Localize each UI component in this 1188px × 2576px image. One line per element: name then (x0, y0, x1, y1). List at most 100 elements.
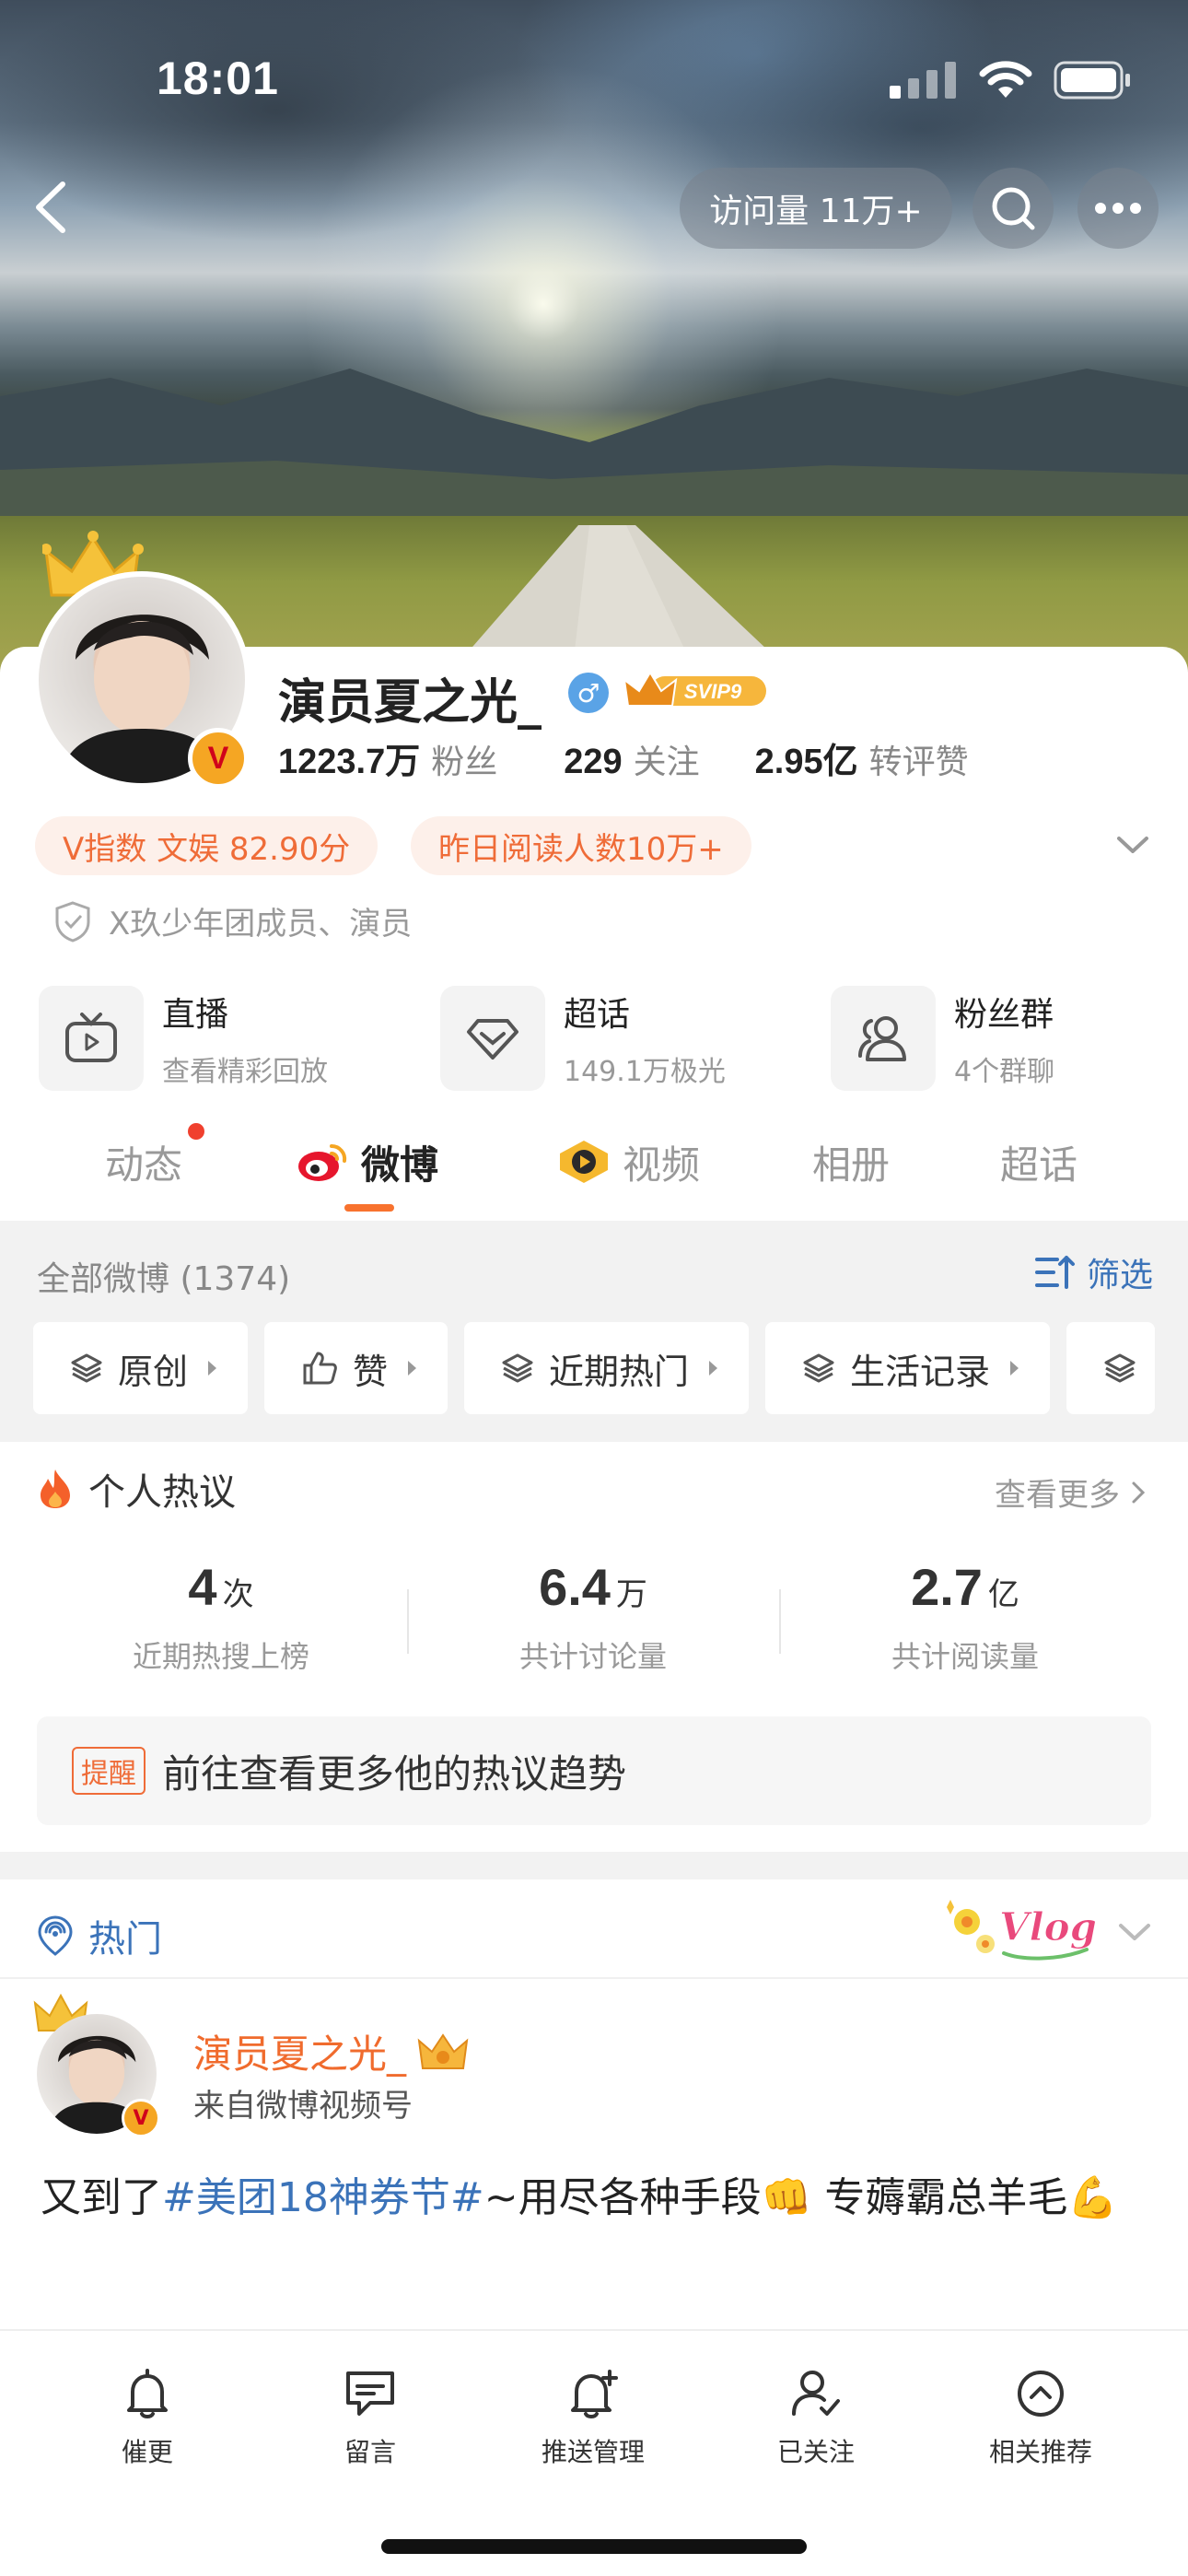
location-hot-icon (38, 1915, 73, 1956)
profile-avatar[interactable]: V (33, 531, 250, 789)
followed-button[interactable]: 已关注 (724, 2366, 908, 2469)
visit-count-pill[interactable]: 访问量 11万+ (680, 168, 952, 249)
bell-plus-icon (571, 2370, 618, 2418)
remind-update-button[interactable]: 催更 (55, 2366, 239, 2469)
intro-text: X玖少年团成员、演员 (109, 906, 413, 943)
bottom-item-label: 相关推荐 (988, 2437, 1092, 2467)
quick-link-live[interactable]: 直播 查看精彩回放 (39, 986, 328, 1091)
post-topic-link[interactable]: #美团18神券节# (162, 2174, 484, 2221)
gender-male-icon: ♂ (568, 673, 609, 713)
related-recommend-button[interactable]: 相关推荐 (949, 2366, 1133, 2469)
chip-arrow-icon (1010, 1361, 1019, 1376)
more-dots-icon (1095, 203, 1141, 214)
verified-badge: V (188, 728, 249, 789)
following-count[interactable]: 229 (564, 743, 622, 782)
quick-link-title: 直播 (162, 996, 229, 1034)
expand-chevron-icon[interactable] (1114, 831, 1151, 859)
tab-label: 超话 (1000, 1142, 1078, 1188)
filter-chip-life[interactable]: 生活记录 (765, 1322, 1051, 1414)
vlog-text: Vlog (999, 1904, 1097, 1950)
weibo-logo-icon (298, 1143, 347, 1181)
diamond-icon (467, 1019, 518, 1060)
post-author-name[interactable]: 演员夏之光_ (193, 2023, 469, 2079)
profile-stats: 1223.7万 粉丝 229 关注 2.95亿 转评赞 (278, 732, 969, 783)
view-more-link[interactable]: 查看更多 (995, 1469, 1147, 1515)
vlog-sticker[interactable]: Vlog (939, 1887, 1114, 1970)
hot-discussion-section: 个人热议 查看更多 4次 近期热搜上榜 6.4 万 共计讨论量 2.7 亿 共计阅读… (0, 1442, 1188, 1852)
hot-trend-reminder[interactable]: 提醒 前往查看更多他的热议趋势 (37, 1716, 1151, 1825)
chevron-left-icon (36, 181, 65, 233)
thumbs-up-icon (303, 1352, 337, 1385)
hot-feed-text: 热门 (88, 1918, 162, 1961)
followers-count[interactable]: 1223.7万 (278, 732, 420, 783)
profile-tabs: 动态 微博 视频 相册 超话 (0, 1123, 1188, 1221)
tab-label: 视频 (623, 1142, 701, 1188)
svip-crown-icon (417, 2032, 469, 2069)
post-author-avatar[interactable]: V (33, 1993, 160, 2137)
tab-supertopic[interactable]: 超话 (1000, 1129, 1077, 1195)
tab-label: 微博 (361, 1142, 439, 1188)
profile-name: 演员夏之光_ (278, 675, 542, 731)
filter-chip-original[interactable]: 原创 (33, 1322, 249, 1414)
chevron-right-icon (1132, 1481, 1146, 1503)
all-weibo-count: 全部微博 (1374) (37, 1260, 291, 1298)
filter-chip-hot[interactable]: 近期热门 (464, 1322, 750, 1414)
mountain-silhouette (0, 369, 1188, 525)
notification-dot (188, 1123, 204, 1140)
tab-weibo[interactable]: 微博 (297, 1129, 438, 1195)
hot-stat-trending: 4次 近期热搜上榜 (37, 1557, 405, 1676)
bell-icon (127, 2369, 168, 2418)
filter-chip-like[interactable]: 赞 (264, 1322, 448, 1414)
up-circle-icon (1018, 2371, 1064, 2417)
hot-feed-label[interactable]: 热门 (37, 1909, 162, 1962)
cellular-signal-icon (890, 62, 956, 99)
stat-unit: 万 (615, 1576, 647, 1613)
followers-label: 粉丝 (431, 744, 498, 781)
chip-arrow-icon (408, 1361, 417, 1376)
back-button[interactable] (24, 175, 79, 240)
interactions-count: 2.95亿 (754, 743, 858, 781)
push-management-button[interactable]: 推送管理 (501, 2366, 685, 2469)
filter-button[interactable]: 筛选 (1034, 1248, 1153, 1296)
quick-link-sub: 4个群聊 (954, 1056, 1055, 1088)
feed-filter-area: 全部微博 (1374) 筛选 原创 赞 近期热门 生活记录 (0, 1221, 1188, 1442)
tab-feed[interactable]: 动态 (105, 1129, 182, 1195)
interactions-label: 转评赞 (868, 744, 969, 781)
expand-chevron-icon[interactable] (1116, 1920, 1153, 1946)
hot-stat-reads: 2.7 亿 共计阅读量 (781, 1557, 1149, 1676)
stat-label: 共计讨论量 (518, 1639, 667, 1674)
svip-level-text: SVIP9 (684, 680, 742, 703)
quick-link-title: 超话 (564, 996, 631, 1034)
weibo-post[interactable]: V 演员夏之光_ 来自微博视频号 又到了#美团18神券节#~用尽各种手段👊 专薅… (0, 1979, 1188, 2329)
quick-link-fan-group[interactable]: 粉丝群 4个群聊 (831, 986, 1054, 1091)
more-button[interactable] (1077, 168, 1159, 249)
filter-chip-label: 原创 (118, 1351, 189, 1392)
post-text-prefix: 又到了 (41, 2174, 162, 2221)
shield-icon (55, 900, 90, 943)
tab-album[interactable]: 相册 (812, 1129, 890, 1195)
tab-label: 相册 (812, 1142, 891, 1188)
post-source: 来自微博视频号 (193, 2088, 413, 2125)
quick-link-sub: 149.1万极光 (564, 1056, 726, 1088)
svip-badge[interactable]: SVIP9 (623, 669, 770, 713)
group-icon (858, 1016, 906, 1061)
filter-chip-row: 原创 赞 近期热门 生活记录 (33, 1322, 1156, 1414)
home-indicator (381, 2539, 807, 2554)
quick-link-supertopic[interactable]: 超话 149.1万极光 (440, 986, 726, 1091)
section-divider (0, 1852, 1188, 1879)
active-tab-indicator (344, 1204, 394, 1212)
tab-label: 动态 (105, 1142, 183, 1188)
search-icon (992, 187, 1035, 230)
tab-video[interactable]: 视频 (556, 1129, 700, 1195)
filter-chip-label: 近期热门 (549, 1351, 690, 1392)
bottom-item-label: 留言 (344, 2437, 396, 2467)
profile-intro: X玖少年团成员、演员 (53, 898, 412, 943)
v-index-chip[interactable]: V指数 文娱 82.90分 (35, 816, 379, 875)
bottom-item-label: 推送管理 (541, 2437, 645, 2467)
read-count-chip[interactable]: 昨日阅读人数10万+ (411, 816, 751, 875)
leave-message-button[interactable]: 留言 (278, 2366, 462, 2469)
view-more-label: 查看更多 (995, 1477, 1120, 1514)
search-button[interactable] (973, 168, 1054, 249)
filter-chip-more[interactable] (1066, 1322, 1156, 1414)
hot-stat-discussion: 6.4 万 共计讨论量 (409, 1557, 777, 1676)
